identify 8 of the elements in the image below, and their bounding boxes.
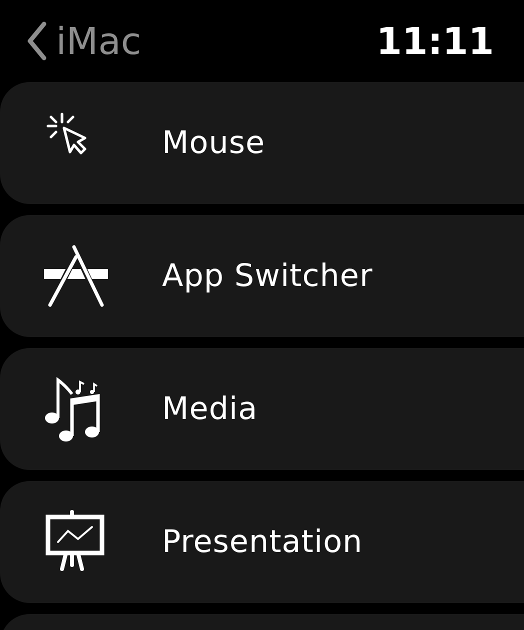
menu-item[interactable]: Mouse (0, 82, 524, 204)
chevron-left-icon (26, 21, 48, 61)
menu-item[interactable]: Media (0, 348, 524, 470)
back-link[interactable]: iMac (26, 21, 142, 61)
menu-item[interactable]: App Switcher (0, 215, 524, 337)
app-store-icon (42, 243, 108, 309)
menu-item[interactable]: Presentation (0, 481, 524, 603)
time-label: 11:11 (376, 22, 494, 60)
